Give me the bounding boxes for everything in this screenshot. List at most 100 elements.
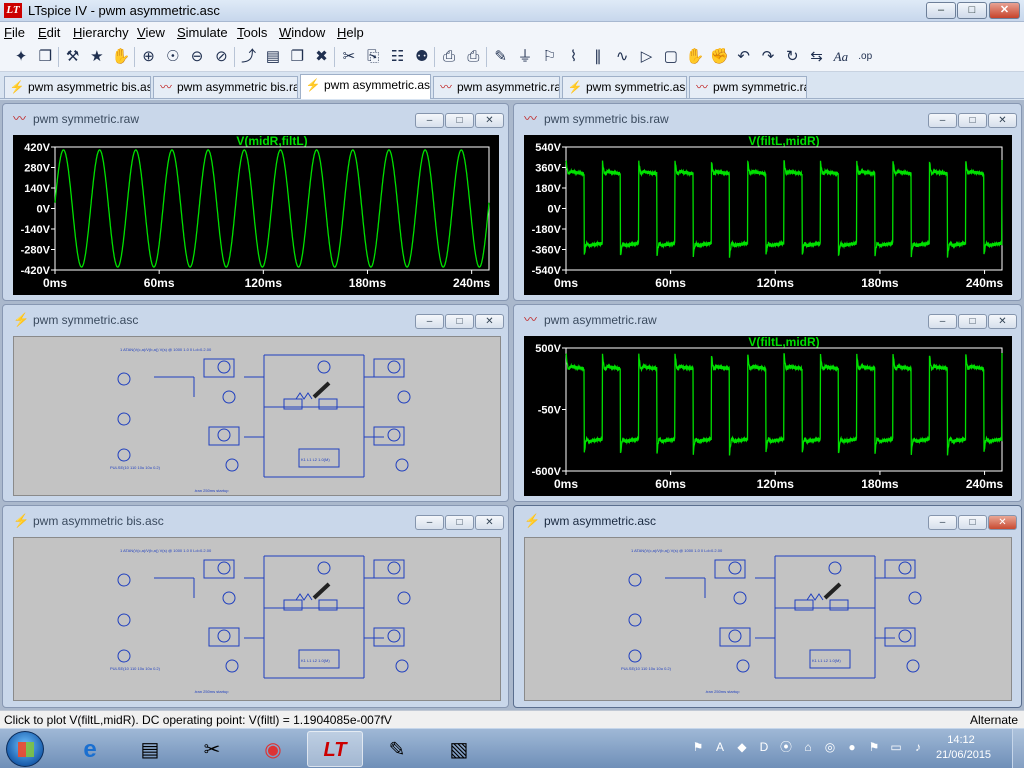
maximize-button[interactable]: □	[445, 113, 474, 128]
window-pwm-symmetric-raw[interactable]: 〰 pwm symmetric.raw – □ ✕ V(midR,filtL) 4…	[2, 103, 509, 301]
mirror-icon[interactable]: ⇆	[806, 46, 828, 68]
coupling-text[interactable]: K1 L1 L2 1.0(M)	[301, 457, 330, 462]
spice-directive-text[interactable]: 1 ATAN(V(c,a)/V(b,a)) V(s) @ 1000 1.0 0 …	[120, 548, 212, 553]
trace-v-filtl-midr-[interactable]	[565, 352, 1003, 456]
plot-title[interactable]: V(filtL,midR)	[748, 336, 819, 349]
spice-directive-text[interactable]: 1 ATAN(V(c,a)/V(b,a)) V(s) @ 1000 1.0 0 …	[120, 347, 212, 352]
tab-pwm-symmetric-asc[interactable]: ⚡ pwm symmetric.asc	[562, 76, 687, 98]
waveform-plot[interactable]: V(filtL,midR) 500V -50V -600V 0ms 60ms 120ms 18…	[524, 336, 1012, 496]
coupling-text[interactable]: K1 L1 L2 1.0(M)	[812, 658, 841, 663]
waveform-chart[interactable]: V(filtL,midR)500V-50V-600V0ms 60ms 120ms 18…	[524, 336, 1012, 496]
battery-icon[interactable]: ◆	[734, 739, 750, 755]
diode-icon[interactable]: ▷	[636, 46, 658, 68]
component-symbol[interactable]	[728, 629, 742, 643]
maximize-button[interactable]: □	[957, 2, 987, 19]
schematic-canvas[interactable]: 1 ATAN(V(c,a)/V(b,a)) V(s) @ 1000 1.0 0 …	[524, 537, 1012, 701]
component-symbol[interactable]	[733, 591, 747, 605]
component-symbol[interactable]	[906, 659, 920, 673]
window-title-bar[interactable]: 〰 pwm symmetric.raw – □ ✕	[3, 104, 508, 132]
spice-directive-text[interactable]: 1 ATAN(V(c,a)/V(b,a)) V(s) @ 1000 1.0 0 …	[631, 548, 723, 553]
cascade-icon[interactable]: ❐	[286, 46, 308, 68]
resistor-icon[interactable]: ⌇	[563, 46, 585, 68]
maximize-button[interactable]: □	[445, 515, 474, 530]
zoom-in-icon[interactable]: ⊕	[138, 46, 160, 68]
sim-command-text[interactable]: .tran 250ms startup	[194, 488, 229, 493]
zoom-out-icon[interactable]: ⊖	[186, 46, 208, 68]
text-icon[interactable]: Aa	[830, 46, 852, 68]
component-symbol[interactable]	[395, 659, 409, 673]
resistor-symbol[interactable]	[806, 593, 824, 601]
window-pwm-asymmetric-asc[interactable]: ⚡ pwm asymmetric.asc – □ ✕ 1 ATAN(V(c,a)…	[513, 505, 1022, 708]
minimize-button[interactable]: –	[415, 515, 444, 530]
control-panel-icon[interactable]: ⚒	[62, 46, 84, 68]
source-value-text[interactable]: PULSE(10 110 10u 10u 0.2)	[110, 465, 161, 470]
component-symbol[interactable]	[387, 428, 401, 442]
close-button[interactable]: ✕	[988, 314, 1017, 329]
component-symbol[interactable]	[217, 428, 231, 442]
minimize-button[interactable]: –	[928, 314, 957, 329]
coupling-text[interactable]: K1 L1 L2 1.0(M)	[301, 658, 330, 663]
tab-pwm-asymmetric-bis-asc[interactable]: ⚡ pwm asymmetric bis.asc	[4, 76, 151, 98]
menu-view[interactable]: View	[137, 25, 165, 40]
taskbar-paint[interactable]: ✎	[369, 731, 425, 767]
menu-help[interactable]: Help	[337, 25, 364, 40]
component-symbol[interactable]	[217, 629, 231, 643]
component-symbol[interactable]	[387, 561, 401, 575]
start-button[interactable]	[6, 731, 44, 767]
component-symbol[interactable]	[225, 659, 239, 673]
close-button[interactable]: ✕	[475, 515, 504, 530]
schematic-canvas[interactable]: 1 ATAN(V(c,a)/V(b,a)) V(s) @ 1000 1.0 0 …	[13, 537, 501, 701]
taskbar-file-explorer[interactable]: ▤	[122, 731, 178, 767]
window-title-bar[interactable]: ⚡ pwm asymmetric.asc – □ ✕	[514, 506, 1021, 534]
find-icon[interactable]: ☷	[387, 46, 409, 68]
minimize-button[interactable]: –	[415, 314, 444, 329]
resistor-symbol[interactable]	[295, 593, 313, 601]
autorange-icon[interactable]: ⤴	[238, 46, 260, 68]
close-window-icon[interactable]: ✖	[311, 46, 333, 68]
component-symbol[interactable]	[828, 561, 842, 575]
plot-title[interactable]: V(midR,filtL)	[236, 135, 307, 148]
component-symbol[interactable]	[117, 372, 131, 386]
network-icon[interactable]: ⦿	[778, 739, 794, 755]
wire-icon[interactable]: ✎	[490, 46, 512, 68]
redo-icon[interactable]: ↷	[757, 46, 779, 68]
window-title-bar[interactable]: ⚡ pwm asymmetric bis.asc – □ ✕	[3, 506, 508, 534]
zoom-cancel-icon[interactable]: ⊘	[210, 46, 232, 68]
action-center-icon[interactable]: ⚑	[866, 739, 882, 755]
schematic-drawing[interactable]: 1 ATAN(V(c,a)/V(b,a)) V(s) @ 1000 1.0 0 …	[525, 538, 1011, 700]
component-body[interactable]	[208, 426, 240, 446]
plot-title[interactable]: V(filtL,midR)	[748, 135, 819, 148]
component-body[interactable]	[719, 627, 751, 647]
taskbar-snipping-tool[interactable]: ✂	[184, 731, 240, 767]
window-title-bar[interactable]: 〰 pwm asymmetric.raw – □ ✕	[514, 305, 1021, 333]
component-symbol[interactable]	[387, 360, 401, 374]
show-desktop-button[interactable]	[1012, 729, 1024, 768]
component-symbol[interactable]	[628, 649, 642, 663]
component-symbol[interactable]	[898, 561, 912, 575]
schematic-canvas[interactable]: 1 ATAN(V(c,a)/V(b,a)) V(s) @ 1000 1.0 0 …	[13, 336, 501, 496]
component-symbol[interactable]	[395, 458, 409, 472]
component-symbol[interactable]	[317, 360, 331, 374]
close-button[interactable]: ✕	[989, 2, 1020, 19]
component-symbol[interactable]	[222, 390, 236, 404]
volume-icon[interactable]: ♪	[910, 739, 926, 755]
windows-flag-icon[interactable]: ⚑	[690, 739, 706, 755]
close-button[interactable]: ✕	[475, 314, 504, 329]
close-button[interactable]: ✕	[988, 515, 1017, 530]
source-value-text[interactable]: PULSE(10 110 10u 10u 0.2)	[110, 666, 161, 671]
tile-icon[interactable]: ▤	[262, 46, 284, 68]
tab-pwm-asymmetric-bis-raw[interactable]: 〰 pwm asymmetric bis.raw	[153, 76, 298, 98]
component-symbol[interactable]	[397, 390, 411, 404]
component-symbol[interactable]	[222, 591, 236, 605]
maximize-button[interactable]: □	[958, 113, 987, 128]
schematic-drawing[interactable]: 1 ATAN(V(c,a)/V(b,a)) V(s) @ 1000 1.0 0 …	[14, 538, 500, 700]
source-value-text[interactable]: PULSE(10 110 10u 10u 0.2)	[621, 666, 672, 671]
component-symbol[interactable]	[117, 573, 131, 587]
waveform-chart[interactable]: V(midR,filtL)420V280V140V0V-140V-280V-42…	[13, 135, 499, 295]
component-symbol[interactable]	[728, 561, 742, 575]
new-schematic-icon[interactable]: ✦	[10, 46, 32, 68]
avast-icon[interactable]: A	[712, 739, 728, 755]
minimize-button[interactable]: –	[926, 2, 956, 19]
window-pwm-symmetric-asc[interactable]: ⚡ pwm symmetric.asc – □ ✕ 1 ATAN(V(c,a)/…	[2, 304, 509, 502]
component-symbol[interactable]	[117, 613, 131, 627]
